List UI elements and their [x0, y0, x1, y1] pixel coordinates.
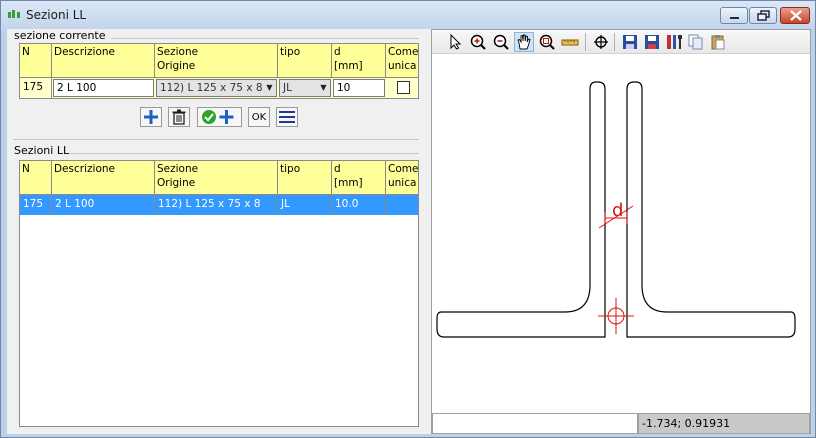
- col-header-descrizione: Descrizione: [52, 161, 155, 195]
- descrizione-input[interactable]: 2 L 100: [53, 79, 154, 97]
- confirm-add-button[interactable]: [197, 107, 242, 127]
- paste-tool[interactable]: [708, 32, 728, 52]
- floppy-disk-red-icon: [645, 35, 659, 49]
- ruler-icon: [561, 39, 579, 46]
- col-header-sezione-origine: Sezione Origine: [155, 44, 278, 78]
- dropdown-arrow-icon: ▼: [266, 83, 273, 92]
- save-tool[interactable]: [620, 32, 640, 52]
- centroid-icon: [598, 298, 634, 334]
- cell-come-unica: [386, 195, 418, 215]
- section-divider: [13, 139, 419, 140]
- zoom-out-tool[interactable]: [491, 32, 511, 52]
- col-header-d: d [mm]: [332, 161, 386, 195]
- cell-tipo: JL: [278, 195, 332, 215]
- ok-button[interactable]: OK: [248, 107, 270, 127]
- zoom-out-icon: [493, 34, 509, 50]
- toolbar-separator: [585, 33, 586, 51]
- tipo-select[interactable]: JL ▼: [279, 79, 331, 97]
- col-header-sezione-origine: Sezione Origine: [155, 161, 278, 195]
- toolbar-separator: [614, 33, 615, 51]
- cell-d: 10.0: [332, 195, 386, 215]
- minimize-button[interactable]: [720, 7, 748, 24]
- col-header-come-unica: Come unica: [386, 161, 418, 195]
- add-button[interactable]: [140, 107, 162, 127]
- status-bar-left: [432, 413, 638, 434]
- col-header-d: d [mm]: [332, 44, 386, 78]
- paste-icon: [711, 35, 725, 50]
- copy-tool[interactable]: [686, 32, 706, 52]
- close-button[interactable]: [780, 7, 810, 24]
- col-header-tipo: tipo: [278, 161, 332, 195]
- copy-icon: [688, 34, 703, 50]
- delete-button[interactable]: [168, 107, 190, 127]
- sections-list-grid: N Descrizione Sezione Origine tipo d [mm] …: [19, 160, 419, 427]
- coordinates-readout: -1.734; 0.91931: [638, 413, 810, 434]
- tools-icon: [667, 35, 682, 49]
- zoom-extents-icon: [539, 34, 555, 50]
- cell-sezione-origine: 112) L 125 x 75 x 8: [155, 195, 278, 215]
- group-divider: [69, 153, 419, 154]
- cell-descrizione: 2 L 100: [52, 195, 155, 215]
- zoom-extents-tool[interactable]: [537, 32, 557, 52]
- dropdown-arrow-icon: ▼: [320, 83, 327, 92]
- section-drawing-canvas[interactable]: d: [432, 54, 810, 412]
- crosshair-icon: [594, 35, 608, 49]
- d-input[interactable]: 10: [333, 79, 385, 97]
- cursor-arrow-icon: [450, 34, 462, 50]
- save-as-tool[interactable]: [642, 32, 662, 52]
- left-panel: sezione corrente N Descrizione Sezione Or…: [7, 29, 427, 434]
- come-unica-checkbox[interactable]: [397, 81, 410, 94]
- settings-tool[interactable]: [664, 32, 684, 52]
- group-divider: [111, 38, 419, 39]
- group-label-current: sezione corrente: [14, 29, 106, 42]
- lines-icon: [279, 111, 295, 123]
- drawing-panel: d -1.734; 0.91931: [431, 29, 811, 434]
- check-plus-icon: [201, 110, 233, 124]
- measure-tool[interactable]: [560, 32, 580, 52]
- window: Sezioni LL sezione corrente N Descrizion…: [0, 0, 816, 438]
- center-tool[interactable]: [591, 32, 611, 52]
- col-header-n: N: [20, 161, 52, 195]
- group-label-list: Sezioni LL: [14, 144, 70, 157]
- current-section-grid: N Descrizione Sezione Origine tipo d [mm] …: [19, 43, 419, 99]
- col-header-come-unica: Come unica: [386, 44, 418, 78]
- pan-tool[interactable]: [514, 32, 534, 52]
- drawing-toolbar: [432, 30, 810, 54]
- trash-icon: [172, 109, 186, 125]
- select-pointer-tool[interactable]: [445, 32, 465, 52]
- floppy-disk-icon: [623, 35, 637, 49]
- title-bar[interactable]: Sezioni LL: [1, 1, 815, 29]
- window-title: Sezioni LL: [26, 8, 87, 22]
- zoom-in-tool[interactable]: [468, 32, 488, 52]
- col-header-descrizione: Descrizione: [52, 44, 155, 78]
- cell-n: 175: [20, 78, 52, 98]
- zoom-in-icon: [470, 34, 486, 50]
- col-header-n: N: [20, 44, 52, 78]
- current-row: 175 2 L 100 112) L 125 x 75 x 8 ▼ JL ▼ 1…: [20, 78, 418, 98]
- table-row[interactable]: 175 2 L 100 112) L 125 x 75 x 8 JL 10.0: [20, 195, 418, 215]
- cell-n: 175: [20, 195, 52, 215]
- hand-pan-icon: [517, 34, 531, 50]
- sezione-origine-select[interactable]: 112) L 125 x 75 x 8 ▼: [156, 79, 277, 97]
- restore-button[interactable]: [749, 7, 777, 24]
- col-header-tipo: tipo: [278, 44, 332, 78]
- dimension-label: d: [612, 200, 623, 221]
- plus-icon: [144, 110, 158, 124]
- list-view-button[interactable]: [276, 107, 298, 127]
- app-icon: [8, 10, 22, 20]
- client-area: sezione corrente N Descrizione Sezione Or…: [7, 29, 811, 434]
